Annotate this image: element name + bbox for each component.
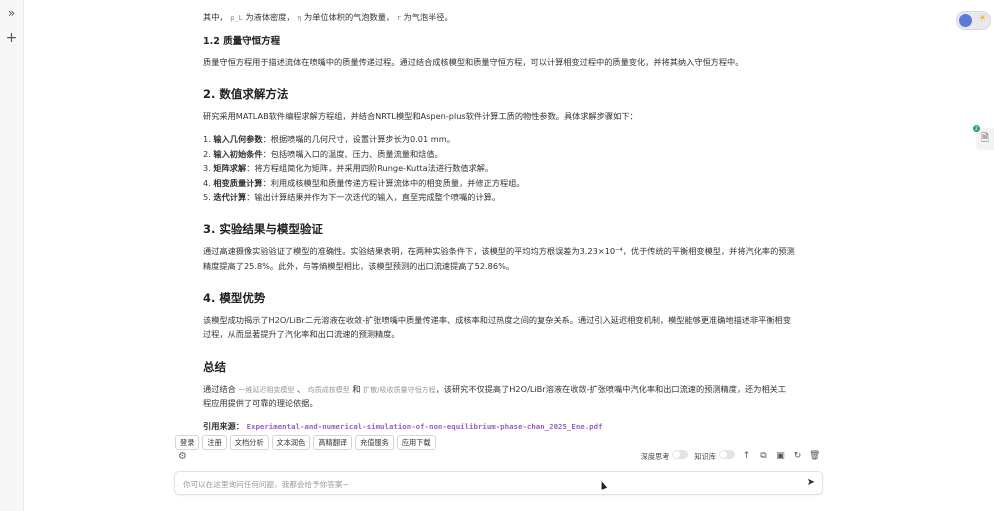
paragraph-advantage-line1: 该模型成功揭示了H2O/LiBr二元溶液在收敛-扩张喷嘴中质量传递率、成核率和过… [203,315,791,325]
upload-icon[interactable]: ↑ [741,451,752,461]
chip-translate[interactable]: 高精翻译 [313,435,353,450]
left-sidebar: » + [0,0,24,511]
input-toolbar: ⚙ 深度思考 知识库 ↑ ⧉ ▣ ↻ 🗑 [176,450,820,464]
citation-link[interactable]: 一维延迟相变模型 [238,386,294,394]
paragraph-mass: 质量守恒方程用于描述流体在喷嘴中的质量传递过程。通过结合成核模型和质量守恒方程，… [203,57,744,67]
list-item: 4. 相变质量计算：利用成核模型和质量传递方程计算流体中的相变质量，并修正方程组… [203,178,525,188]
image-icon[interactable]: ▣ [775,451,786,461]
copy-icon[interactable]: ⧉ [758,451,769,461]
paragraph-advantage-line2: 过程，从而显著提升了汽化率和出口流速的预测精度。 [203,329,400,339]
source-file-link[interactable]: Experimental-and-numerical-simulation-of… [247,422,603,431]
knowledge-switch[interactable] [719,450,735,459]
list-item: 5. 迭代计算：输出计算结果并作为下一次迭代的输入，直至完成整个喷嘴的计算。 [203,192,501,202]
heading-advantage: 4. 模型优势 [203,291,266,305]
source-reference: 引用来源： Experimental-and-numerical-simulat… [203,421,603,431]
theme-toggle[interactable]: ☀ [956,11,991,30]
summary-line1: 通过结合 一维延迟相变模型 、 均质成核模型 和 扩散/吸收质量守恒方程，该研究… [203,384,787,394]
list-item: 2. 输入初始条件：包括喷嘴入口的温度、压力、质量流量和焓值。 [203,149,443,159]
heading-summary: 总结 [203,360,226,374]
chip-register[interactable]: 注册 [202,435,227,450]
plus-icon[interactable]: + [5,30,18,46]
heading-mass-conservation: 1.2 质量守恒方程 [203,36,281,47]
citation-link[interactable]: 扩散/吸收质量守恒方程 [363,386,435,394]
chip-polish[interactable]: 文本润色 [271,435,311,450]
chip-recharge[interactable]: 充值服务 [355,435,394,450]
knowledge-toggle[interactable]: 知识库 [694,450,735,462]
list-item: 1. 输入几何参数：根据喷嘴的几何尺寸，设置计算步长为0.01 mm。 [203,134,455,144]
moon-icon [959,14,972,27]
toolbar-controls: 深度思考 知识库 ↑ ⧉ ▣ ↻ 🗑 [641,450,820,462]
document-icon: 🗎 [980,132,990,144]
gear-icon[interactable]: ⚙ [178,451,187,462]
paragraph-numeric: 研究采用MATLAB软件编程求解方程组，并结合NRTL模型和Aspen-plus… [203,111,638,121]
chip-doc-analysis[interactable]: 文档分析 [229,435,269,450]
refresh-icon[interactable]: ↻ [792,451,803,461]
chip-app-download[interactable]: 应用下载 [396,435,436,450]
summary-line2: 程应用提供了可靠的理论依据。 [203,398,318,408]
heading-numeric-method: 2. 数值求解方法 [203,87,289,101]
paragraph-validation-line1: 通过高速摄像实验验证了模型的准确性。实验结果表明，在两种实验条件下，该模型的平均… [203,246,795,256]
trash-icon[interactable]: 🗑 [809,451,820,461]
document-panel-tab[interactable]: 🗎 [976,128,994,150]
chat-input[interactable] [181,476,785,492]
citation-link[interactable]: 均质成核模型 [308,386,350,394]
deep-think-toggle[interactable]: 深度思考 [641,450,689,462]
doc-count-badge: 2 [973,125,980,132]
chip-login[interactable]: 登录 [175,435,200,450]
paragraph-validation-line2: 精度提高了25.8%。此外，与等熵模型相比，该模型预测的出口流速提高了52.86… [203,261,515,271]
intro-paragraph: 其中， ρ_L 为液体密度， η 为单位体积的气泡数量， r 为气泡半径。 [203,12,453,22]
chat-input-box: ➤ [174,471,823,495]
list-item: 3. 矩阵求解：将方程组简化为矩阵，并采用四阶Runge-Kutta法进行数值求… [203,163,494,173]
sun-icon: ☀ [978,13,987,24]
deep-think-switch[interactable] [672,450,689,459]
heading-validation: 3. 实验结果与模型验证 [203,222,323,236]
quick-actions: 登录 注册 文档分析 文本润色 高精翻译 充值服务 应用下载 [175,435,436,450]
send-icon[interactable]: ➤ [807,477,815,488]
double-chevron-right-icon[interactable]: » [5,6,18,20]
